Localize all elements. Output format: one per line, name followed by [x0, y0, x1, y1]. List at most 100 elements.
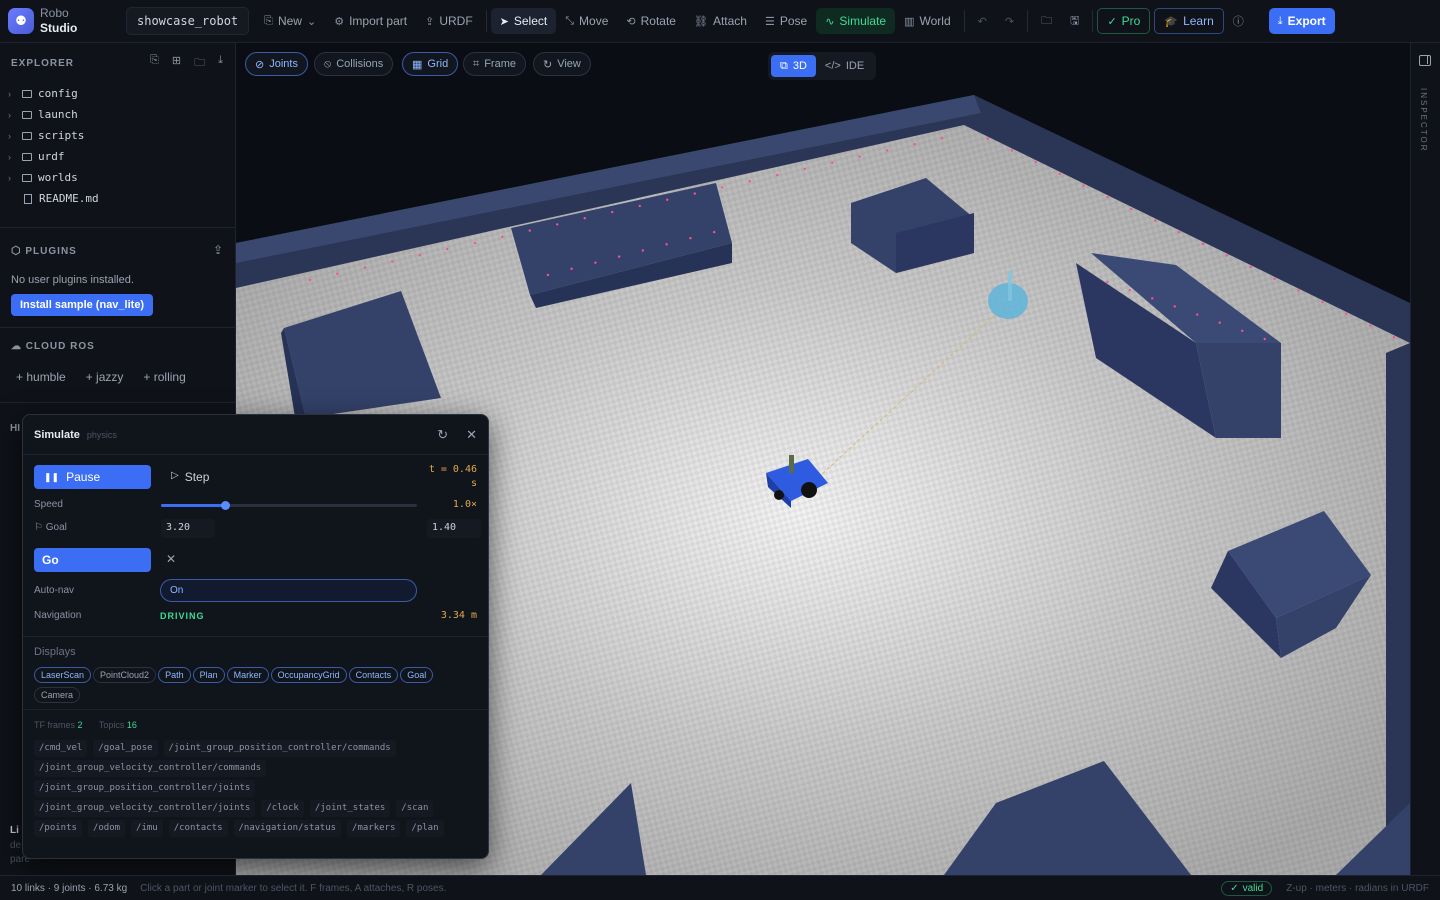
autonav-toggle[interactable]: On: [160, 579, 417, 602]
frame-button[interactable]: ⌗ Frame: [463, 52, 526, 76]
display-chip[interactable]: Contacts: [348, 667, 399, 683]
topic-chip[interactable]: /markers: [347, 820, 401, 837]
display-chip[interactable]: Plan: [192, 667, 225, 683]
project-name-field[interactable]: showcase_robot: [126, 7, 250, 35]
reset-icon[interactable]: ↻: [437, 427, 448, 443]
open-folder-button[interactable]: 🗀: [1032, 8, 1061, 34]
step-button[interactable]: ▷ Step: [171, 470, 209, 484]
topic-chip[interactable]: /joint_group_position_controller/command…: [163, 740, 396, 757]
topic-chip[interactable]: /scan: [396, 800, 434, 817]
close-icon[interactable]: ✕: [466, 427, 477, 443]
pause-button[interactable]: ❚❚ Pause: [34, 465, 151, 489]
urdf-button[interactable]: ⇪ URDF: [416, 8, 482, 34]
mode-3d-tab[interactable]: ⧉ 3D: [771, 55, 816, 77]
topic-chip[interactable]: /joint_states: [309, 800, 391, 817]
grid-toggle[interactable]: ▦ Grid: [402, 52, 459, 76]
view-reset-button[interactable]: ↻ View: [533, 52, 591, 76]
toolbar-divider: [485, 10, 487, 32]
wall-light: [1151, 297, 1154, 300]
save-button[interactable]: 🖫: [1061, 8, 1088, 34]
tree-folder[interactable]: › worlds: [0, 167, 235, 188]
topic-chip[interactable]: /plan: [406, 820, 444, 837]
validity-badge[interactable]: ✓ valid: [1221, 880, 1273, 896]
ros-distro-rolling[interactable]: + rolling: [143, 370, 185, 384]
simulate-button[interactable]: ∿ Simulate: [816, 8, 896, 34]
tree-folder[interactable]: › config: [0, 83, 235, 104]
download-icon[interactable]: ⤓: [218, 54, 224, 73]
topic-chip[interactable]: /cmd_vel: [34, 740, 88, 757]
install-sample-button[interactable]: Install sample (nav_lite): [11, 294, 154, 316]
topic-chip[interactable]: /imu: [131, 820, 163, 837]
mode-ide-tab[interactable]: </> IDE: [816, 55, 873, 77]
open-folder-icon[interactable]: 🗀: [194, 54, 206, 73]
attach-tool-button[interactable]: ⛓ Attach: [685, 8, 756, 34]
hierarchy-header-peek: HI: [10, 423, 20, 434]
topic-chip[interactable]: /joint_group_velocity_controller/command…: [34, 760, 267, 777]
learn-button[interactable]: 🎓 Learn: [1154, 8, 1224, 34]
display-chip[interactable]: PointCloud2: [93, 667, 157, 683]
wall-light: [570, 267, 573, 271]
speed-value: 1.0×: [452, 499, 477, 510]
speed-slider[interactable]: [161, 501, 417, 510]
app-logo[interactable]: ⚉ Robo Studio: [0, 6, 120, 36]
ros-distro-jazzy[interactable]: + jazzy: [86, 370, 124, 384]
display-chip[interactable]: LaserScan: [34, 667, 92, 683]
wall-light: [1392, 335, 1396, 339]
panel-toggle-icon[interactable]: [1419, 55, 1431, 66]
upload-icon[interactable]: ⇪: [213, 243, 224, 257]
new-file-icon[interactable]: ⎘: [150, 54, 160, 73]
new-folder-icon[interactable]: ⊞: [172, 54, 182, 73]
topic-chip[interactable]: /goal_pose: [93, 740, 158, 757]
pro-button[interactable]: ✓ Pro: [1097, 8, 1151, 34]
world-button[interactable]: ▥ World: [895, 8, 960, 34]
redo-button[interactable]: ↷: [996, 8, 1023, 34]
wall-light: [1177, 230, 1181, 234]
rotate-tool-button[interactable]: ⟲ Rotate: [617, 8, 685, 34]
simulate-panel-header: Simulate physics ↻ ✕: [23, 415, 488, 455]
pose-tool-button[interactable]: ☰ Pose: [756, 8, 816, 34]
explorer-header: EXPLORER ⎘ ⊞ 🗀 ⤓: [0, 43, 235, 83]
flag-icon: ⚐: [34, 522, 43, 533]
wall-right: [1386, 343, 1410, 875]
tree-folder[interactable]: › scripts: [0, 125, 235, 146]
file-icon: [24, 193, 32, 204]
joints-toggle[interactable]: ⊘ Joints: [245, 52, 308, 76]
go-button[interactable]: Go: [34, 548, 151, 572]
toolbar-divider: [1027, 10, 1029, 32]
clear-goal-icon[interactable]: ✕: [166, 552, 176, 566]
topic-chip[interactable]: /contacts: [168, 820, 228, 837]
undo-icon: ↶: [977, 15, 987, 28]
undo-button[interactable]: ↶: [969, 8, 996, 34]
wall-light: [693, 192, 696, 195]
goal-y-input[interactable]: 1.40: [427, 519, 481, 538]
tree-folder[interactable]: › launch: [0, 104, 235, 125]
export-button[interactable]: ⤓ Export: [1268, 8, 1335, 34]
cloud-ros-title: CLOUD ROS: [25, 340, 95, 352]
help-button[interactable]: ⓘ: [1224, 8, 1253, 34]
display-chip[interactable]: Path: [158, 667, 191, 683]
topic-chip[interactable]: /points: [34, 820, 82, 837]
folder-icon: [22, 152, 32, 161]
display-chip[interactable]: Camera: [34, 687, 81, 703]
import-part-button[interactable]: ⚙ Import part: [325, 8, 416, 34]
goal-x-input[interactable]: 3.20: [161, 519, 215, 538]
tree-file[interactable]: README.md: [0, 188, 235, 209]
topic-chip[interactable]: /odom: [87, 820, 126, 837]
collisions-toggle[interactable]: ⦸ Collisions: [314, 52, 394, 76]
new-button[interactable]: ⎘ New ⌄: [255, 8, 325, 34]
wall-light: [1225, 254, 1229, 257]
ros-distro-humble[interactable]: + humble: [16, 370, 66, 384]
display-chip[interactable]: Marker: [226, 667, 269, 683]
display-chip[interactable]: Goal: [400, 667, 434, 683]
select-tool-button[interactable]: ➤ Select: [490, 8, 557, 34]
topic-chip[interactable]: /clock: [261, 800, 304, 817]
move-tool-button[interactable]: ⤡ Move: [556, 8, 617, 34]
topic-chip[interactable]: /joint_group_position_controller/joints: [34, 780, 256, 797]
topic-chip[interactable]: /navigation/status: [233, 820, 342, 837]
speed-slider-thumb[interactable]: [221, 501, 230, 510]
wall-light: [528, 229, 531, 232]
topic-chip[interactable]: /joint_group_velocity_controller/joints: [34, 800, 256, 817]
wall-light: [1249, 265, 1252, 269]
tree-folder[interactable]: › urdf: [0, 146, 235, 167]
display-chip[interactable]: OccupancyGrid: [270, 667, 347, 683]
